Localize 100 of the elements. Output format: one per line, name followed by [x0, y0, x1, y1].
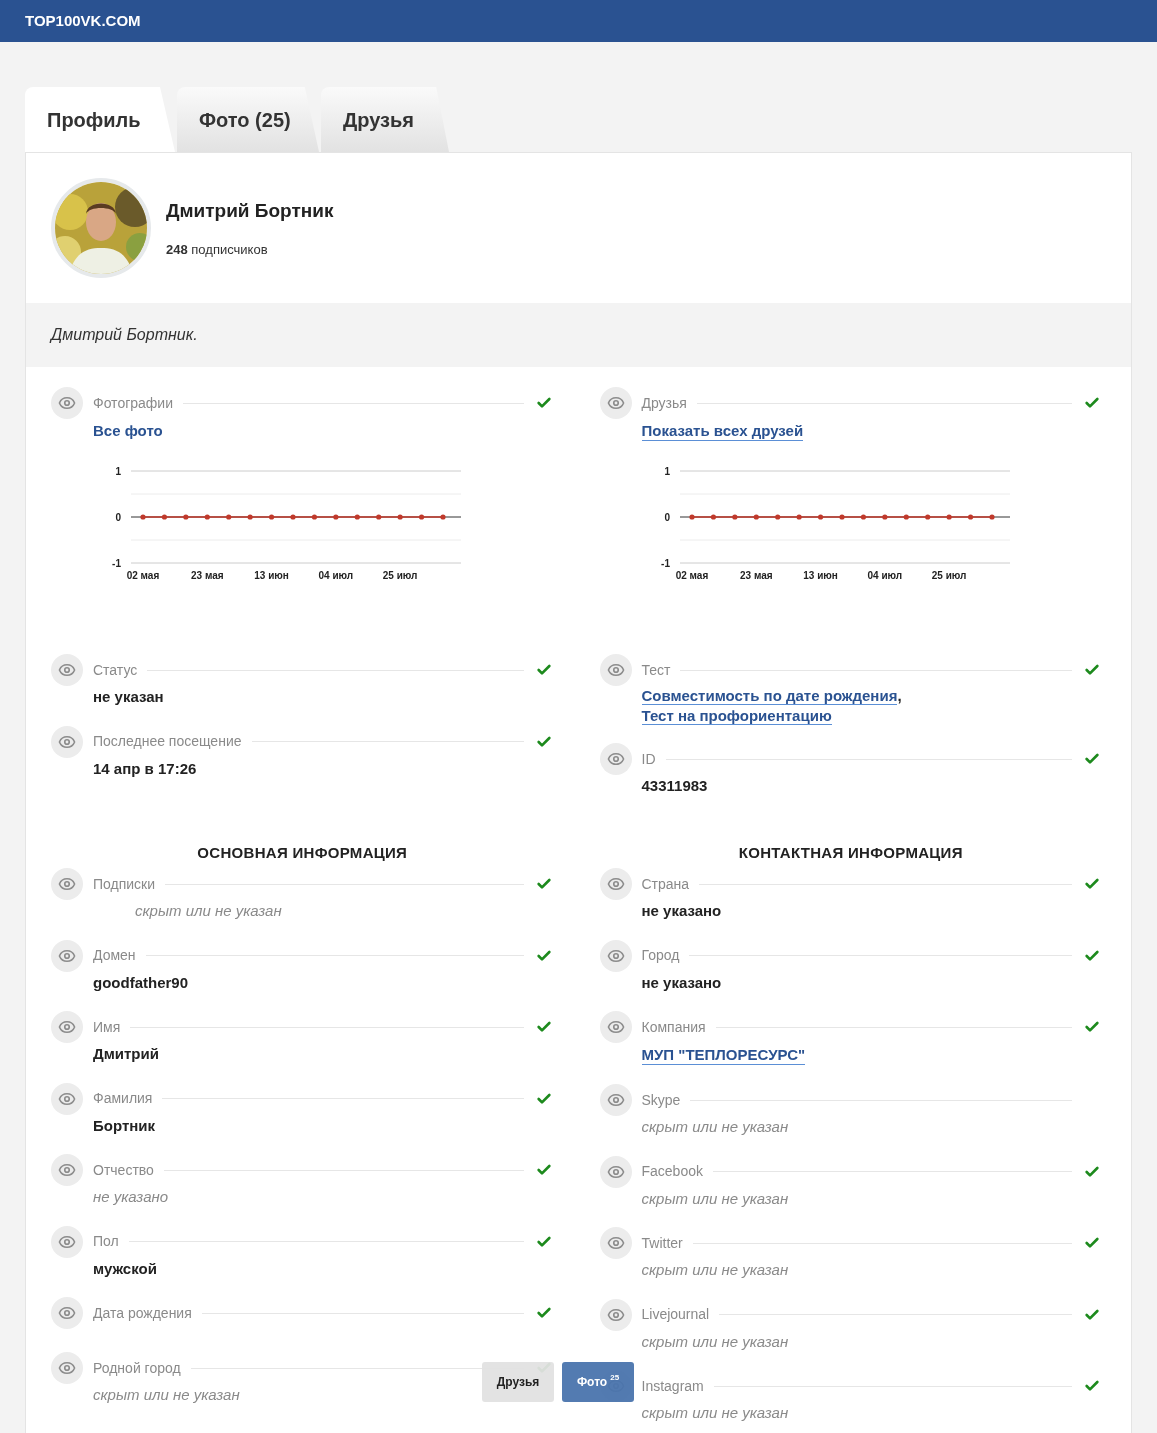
axis-label: 23 мая	[191, 570, 224, 581]
field-value: goodfather90	[93, 972, 189, 993]
link[interactable]: Тест на профориентацию	[641, 707, 832, 725]
visibility-icon	[599, 1227, 632, 1259]
field-value: 43311983	[641, 776, 709, 796]
data-point	[710, 514, 716, 520]
axis-label: 04 июл	[318, 570, 354, 581]
visibility-icon	[599, 1084, 632, 1116]
tab[interactable]: Друзья	[321, 87, 449, 152]
data-point	[881, 514, 887, 520]
data-point	[774, 514, 780, 520]
data-point	[183, 514, 189, 520]
visibility-icon	[51, 1154, 83, 1186]
data-point	[418, 514, 425, 520]
axis-label: 25 июл	[382, 570, 418, 581]
axis-label: 23 мая	[739, 570, 773, 581]
link[interactable]: Все фото	[93, 422, 163, 441]
subscriber-count: 248 подписчиков	[166, 240, 269, 259]
link[interactable]: Показать всех друзей	[641, 422, 804, 441]
visibility-icon	[51, 868, 83, 900]
field-value: скрыт или не указан	[641, 1188, 789, 1209]
field-label: Instagram	[641, 1376, 704, 1396]
tab[interactable]: Профиль	[25, 87, 175, 152]
visibility-icon	[599, 387, 632, 419]
status-text: Дмитрий Бортник.	[51, 325, 198, 345]
axis-label: -1	[660, 558, 670, 569]
axis-label: 0	[115, 512, 121, 523]
link[interactable]: Совместимость по дате рождения	[641, 687, 898, 705]
data-point	[967, 514, 973, 520]
data-point	[796, 514, 802, 520]
data-point	[924, 514, 930, 520]
field-label: Дата рождения	[93, 1303, 192, 1323]
data-point	[226, 514, 232, 520]
field-label: Город	[641, 946, 680, 965]
field-label: Пол	[93, 1232, 119, 1251]
field-value: мужской	[93, 1258, 158, 1279]
visibility-icon	[51, 1225, 83, 1258]
field-label: Twitter	[641, 1233, 683, 1253]
field-label: Тест	[641, 660, 671, 680]
visibility-icon	[599, 743, 632, 775]
field-label: Друзья	[641, 393, 687, 413]
field-value: скрыт или не указан	[641, 1403, 789, 1423]
visibility-icon	[599, 654, 632, 686]
field-label: Подписки	[93, 874, 156, 894]
tab[interactable]: Фото (25)	[177, 87, 319, 152]
axis-label: -1	[112, 558, 121, 569]
data-point	[731, 514, 737, 520]
field-label: Имя	[93, 1017, 121, 1037]
field-value: скрыт или не указан	[641, 1117, 789, 1137]
section-heading: КОНТАКТНАЯ ИНФОРМАЦИЯ	[737, 842, 964, 863]
data-point	[376, 514, 382, 520]
link[interactable]: МУП "ТЕПЛОРЕСУРС"	[641, 1046, 806, 1065]
visibility-icon	[51, 1011, 83, 1043]
data-point	[333, 514, 339, 520]
friends-button[interactable]: Друзья	[482, 1362, 554, 1402]
visibility-icon	[51, 1082, 83, 1115]
field-label: Страна	[641, 874, 690, 894]
visibility-icon	[51, 1297, 83, 1329]
visibility-icon	[51, 654, 83, 686]
field-value: Бортник	[93, 1115, 157, 1136]
data-point	[440, 514, 446, 520]
visibility-icon	[51, 387, 83, 419]
field-value: Совместимость по дате рождения, Тест на профориентацию	[641, 686, 903, 726]
data-point	[140, 514, 146, 520]
data-point	[838, 514, 845, 520]
field-label: Фамилия	[93, 1089, 153, 1108]
field-value: скрыт или не указан	[641, 1260, 789, 1280]
data-point	[247, 514, 253, 520]
data-point	[860, 514, 866, 520]
axis-label: 13 июн	[254, 570, 289, 581]
data-point	[397, 514, 403, 520]
field-label: Skype	[641, 1090, 681, 1110]
visibility-icon	[599, 868, 632, 900]
field-label: ID	[641, 749, 656, 769]
field-value: не указано	[641, 972, 723, 993]
site-logo[interactable]: TOP100VK.COM	[25, 9, 141, 33]
field-value: скрыт или не указан	[134, 901, 282, 921]
axis-label: 13 июн	[802, 570, 838, 581]
field-label: Фотографии	[93, 393, 173, 413]
data-point	[204, 514, 210, 520]
visibility-icon	[51, 725, 83, 758]
field-label: Последнее посещение	[93, 732, 242, 751]
axis-label: 0	[663, 512, 670, 523]
field-value: не указано	[93, 1187, 169, 1207]
axis-label: 04 июл	[867, 570, 902, 581]
data-point	[161, 514, 168, 520]
field-value: не указан	[93, 687, 165, 707]
field-label: Домен	[93, 946, 136, 965]
field-value: не указано	[641, 901, 723, 921]
axis-label: 1	[115, 466, 121, 477]
data-point	[311, 514, 318, 520]
data-point	[688, 514, 695, 520]
field-value: 14 апр в 17:26	[93, 758, 198, 779]
visibility-icon	[599, 939, 632, 972]
data-point	[268, 514, 275, 520]
field-value: скрыт или не указан	[93, 1385, 240, 1405]
axis-label: 02 мая	[675, 570, 708, 581]
data-point	[354, 514, 360, 520]
photos-button[interactable]: Фото $^{25}$	[562, 1362, 634, 1402]
data-point	[817, 514, 823, 520]
